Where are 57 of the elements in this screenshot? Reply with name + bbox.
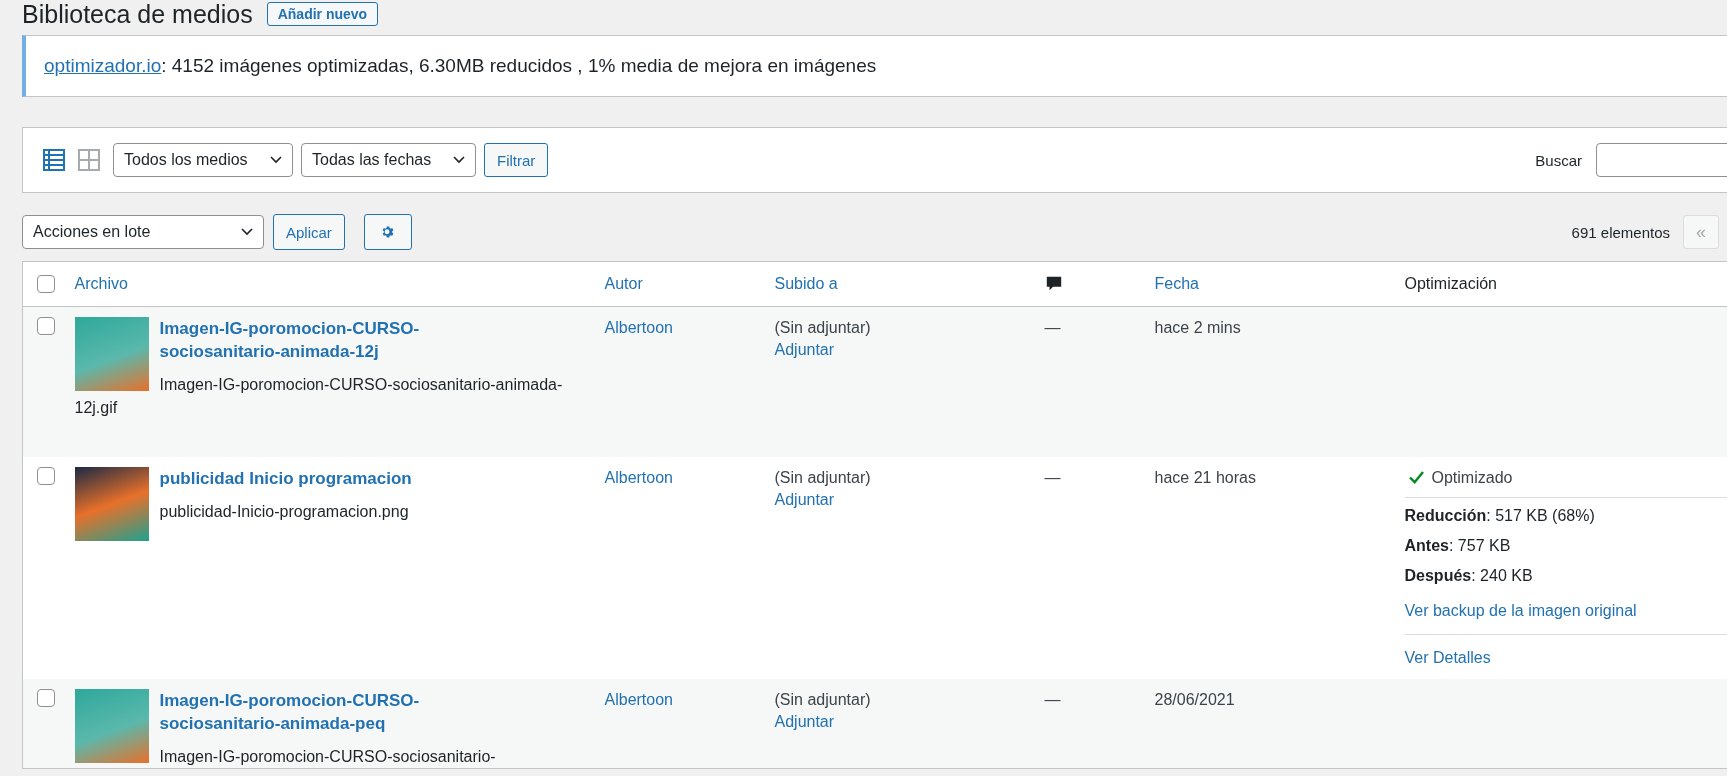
date-select[interactable]: Todas las fechas	[301, 143, 476, 177]
select-all-checkbox[interactable]	[37, 275, 55, 293]
check-icon	[1408, 471, 1424, 484]
file-title-link[interactable]: Imagen-IG-poromocion-CURSO-sociosanitario-animada-12j	[74, 317, 575, 363]
author-link[interactable]: Albertoon	[604, 690, 673, 708]
media-type-select[interactable]: Todos los medios	[113, 143, 293, 177]
column-header[interactable]: Archivo	[74, 275, 128, 292]
column-header[interactable]: Autor	[604, 275, 643, 292]
bulk-actions-select[interactable]: Acciones en lote	[22, 215, 264, 249]
list-view-icon[interactable]	[43, 149, 65, 171]
settings-icon	[380, 225, 395, 239]
apply-button[interactable]: Aplicar	[273, 214, 345, 250]
attachment-status: (Sin adjuntar)	[774, 467, 872, 488]
filter-button[interactable]: Filtrar	[484, 143, 549, 177]
author-link[interactable]: Albertoon	[604, 319, 673, 336]
row-checkbox[interactable]	[37, 688, 55, 707]
backup-link[interactable]: Ver backup de la imagen original	[1404, 599, 1637, 622]
attachment-status: (Sin adjuntar)	[774, 689, 872, 710]
optimization-detail: Después: 240 KB	[1404, 565, 1534, 586]
optimization-detail: Reducción: 517 KB (68%)	[1404, 505, 1596, 526]
column-header: Optimización	[1404, 275, 1497, 292]
column-header[interactable]: Fecha	[1154, 275, 1199, 292]
file-name: Imagen-IG-poromocion-CURSO-sociosanitario-animada-12j.gif	[74, 375, 564, 418]
search-field[interactable]	[1596, 143, 1727, 177]
optimization-status: Optimizado	[1431, 467, 1513, 488]
row-checkbox[interactable]	[37, 317, 55, 335]
file-title-link[interactable]: publicidad Inicio programacion	[74, 466, 575, 490]
upload-date: 28/06/2021	[1154, 690, 1235, 708]
details-link[interactable]: Ver Detalles	[1404, 646, 1491, 669]
chevron-down-icon	[453, 156, 465, 164]
attach-link[interactable]: Adjuntar	[774, 712, 835, 730]
notice-text: optimizador.io: 4152 imágenes optimizadas, 6.30MB reducidos , 1% media de mejora en imágenes	[44, 55, 877, 77]
attach-link[interactable]: Adjuntar	[774, 341, 835, 358]
column-header[interactable]: Subido a	[774, 275, 838, 292]
file-name: Imagen-IG-poromocion-CURSO-sociosanitario-	[158, 746, 497, 767]
settings-button[interactable]	[363, 214, 412, 250]
upload-date: hace 2 mins	[1154, 319, 1241, 336]
grid-view-icon[interactable]	[78, 149, 100, 171]
photo-placeholder[interactable]	[74, 466, 149, 541]
optimizer-link[interactable]: optimizador.io	[44, 55, 162, 76]
chevron-down-icon	[241, 228, 253, 236]
search-label: Buscar	[1535, 151, 1582, 169]
upload-date: hace 21 horas	[1154, 468, 1256, 486]
attachment-status: (Sin adjuntar)	[774, 318, 872, 338]
page-title: Biblioteca de medios	[22, 0, 253, 29]
author-link[interactable]: Albertoon	[604, 468, 673, 486]
add-new-button[interactable]: Añadir nuevo	[266, 2, 379, 26]
optimization-detail: Antes: 757 KB	[1404, 535, 1512, 556]
chevron-down-icon	[270, 156, 282, 164]
row-checkbox[interactable]	[37, 466, 55, 485]
file-title-link[interactable]: Imagen-IG-poromocion-CURSO-sociosanitario-animada-peq	[74, 688, 575, 735]
comment-count: —	[1044, 468, 1061, 486]
file-name: publicidad-Inicio-programacion.png	[158, 501, 410, 522]
comment-count: —	[1044, 319, 1061, 336]
attach-link[interactable]: Adjuntar	[774, 490, 835, 508]
item-count: 691 elementos	[1571, 223, 1670, 241]
comment-count: —	[1044, 690, 1061, 708]
